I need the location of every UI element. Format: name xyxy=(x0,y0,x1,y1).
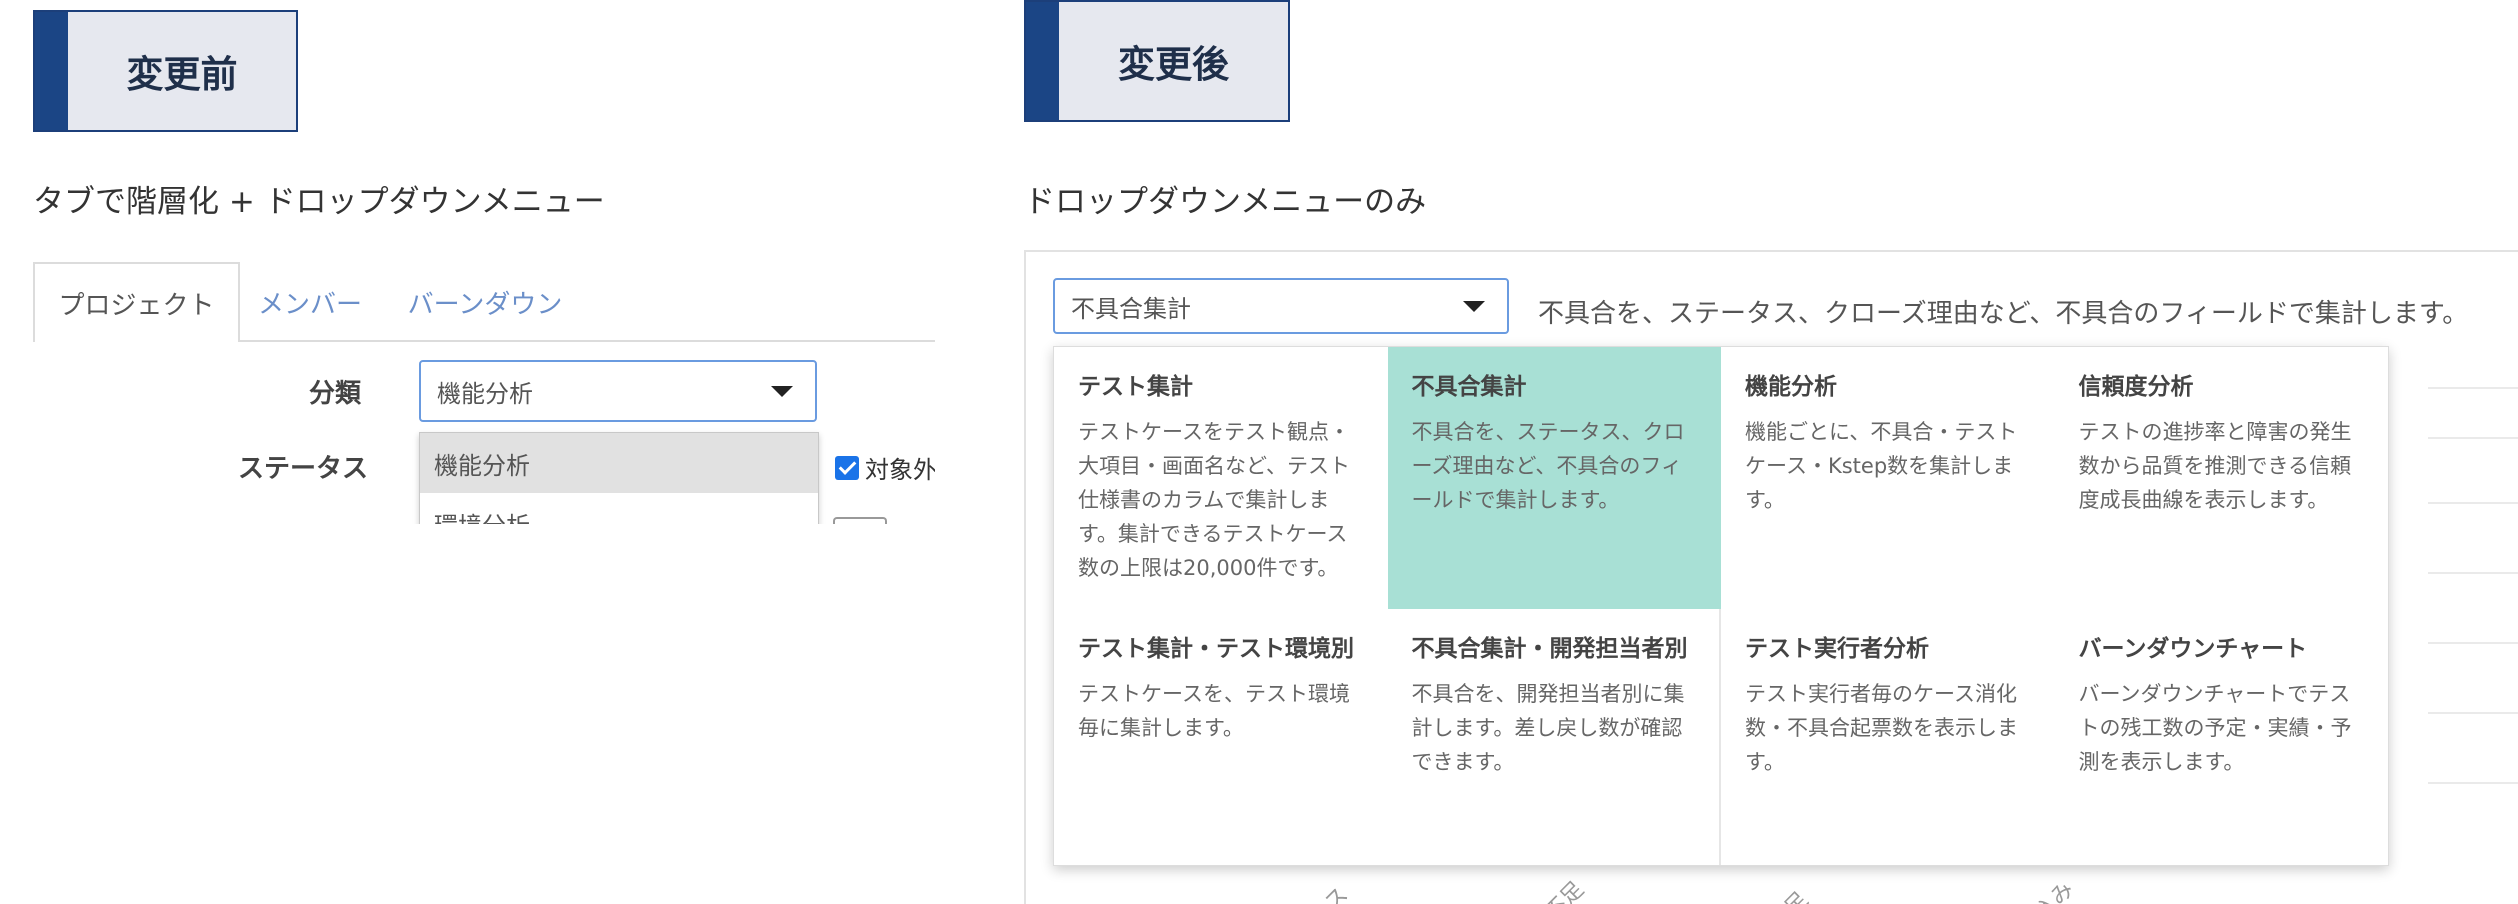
after-heading: 変更後 xyxy=(1118,43,1229,86)
status-label: ステータス xyxy=(238,454,369,484)
menu-option-title: 不具合集計・開発担当者別 xyxy=(1411,636,1688,662)
tab-burndown[interactable]: バーンダウン xyxy=(380,262,590,342)
menu-option-test-summary[interactable]: テスト集計 テストケースをテスト観点・大項目・画面名など、テスト仕様書のカラムで… xyxy=(1054,347,1388,609)
category-select[interactable]: 機能分析 xyxy=(419,360,817,422)
caret-down-icon xyxy=(771,386,793,397)
menu-option-defect-by-developer[interactable]: 不具合集計・開発担当者別 不具合を、開発担当者別に集計します。差し戻し数が確認で… xyxy=(1388,609,1721,865)
tab-member[interactable]: メンバー xyxy=(240,262,380,342)
menu-option-title: テスト実行者分析 xyxy=(1745,636,1929,662)
menu-option-description: テストケースをテスト観点・大項目・画面名など、テスト仕様書のカラムで集計します。… xyxy=(1078,420,1350,580)
report-type-menu: テスト集計 テストケースをテスト観点・大項目・画面名など、テスト仕様書のカラムで… xyxy=(1053,346,2389,866)
menu-option-title: バーンダウンチャート xyxy=(2078,636,2308,662)
menu-option-title: テスト集計 xyxy=(1078,374,1193,400)
after-heading-badge: 変更後 xyxy=(1024,0,1290,122)
menu-option-defect-summary[interactable]: 不具合集計 不具合を、ステータス、クローズ理由など、不具合のフィールドで集計しま… xyxy=(1387,347,1721,609)
before-heading: 変更前 xyxy=(126,53,238,96)
menu-option-description: 不具合を、ステータス、クローズ理由など、不具合のフィールドで集計します。 xyxy=(1411,420,1685,512)
menu-option-description: 機能ごとに、不具合・テストケース・Kstep数を集計します。 xyxy=(1745,420,2018,512)
partial-input-field[interactable] xyxy=(833,517,887,524)
axis-tick-label: 足 xyxy=(1776,883,1814,904)
menu-option-reliability-analysis[interactable]: 信頼度分析 テストの進捗率と障害の発生数から品質を推測できる信頼度成長曲線を表示… xyxy=(2055,347,2389,609)
report-type-select-value: 不具合集計 xyxy=(1071,294,1191,323)
category-label: 分類 xyxy=(309,379,362,409)
category-dropdown-menu: 機能分析 環境分析 xyxy=(419,432,819,524)
axis-tick-label: ス xyxy=(1320,882,1354,904)
menu-option-description: テスト実行者毎のケース消化数・不具合起票数を表示します。 xyxy=(1745,682,2018,774)
menu-option-title: テスト集計・テスト環境別 xyxy=(1078,636,1354,662)
exclude-checkbox-row[interactable]: 対象外 xyxy=(835,450,935,485)
after-screen: ス 不足 足 込み 不具合集計 不具合を、ステータス、クローズ理由など、不具合の… xyxy=(1024,250,2518,904)
after-subtitle: ドロップダウンメニューのみ xyxy=(1024,184,1427,220)
menu-option-title: 信頼度分析 xyxy=(2078,374,2194,400)
dropdown-option[interactable]: 環境分析 xyxy=(420,493,818,525)
menu-option-description: バーンダウンチャートでテストの残工数の予定・実績・予測を表示します。 xyxy=(2078,682,2352,774)
report-type-description: 不具合を、ステータス、クローズ理由など、不具合のフィールドで集計します。 xyxy=(1538,299,2469,329)
report-type-select[interactable]: 不具合集計 xyxy=(1053,278,1509,334)
axis-tick-label: 不足 xyxy=(1540,877,1590,904)
menu-option-description: テストケースを、テスト環境毎に集計します。 xyxy=(1078,682,1350,740)
before-subtitle: タブで階層化 + ドロップダウンメニュー xyxy=(33,184,605,220)
menu-option-description: テストの進捗率と障害の発生数から品質を推測できる信頼度成長曲線を表示します。 xyxy=(2078,420,2352,512)
menu-option-title: 不具合集計 xyxy=(1411,374,1527,400)
menu-option-title: 機能分析 xyxy=(1745,374,1837,400)
checkbox-checked-icon[interactable] xyxy=(835,455,859,480)
badge-accent-bar xyxy=(35,12,68,130)
menu-option-description: 不具合を、開発担当者別に集計します。差し戻し数が確認できます。 xyxy=(1411,682,1685,774)
exclude-checkbox-label: 対象外 xyxy=(865,456,935,484)
menu-option-tester-analysis[interactable]: テスト実行者分析 テスト実行者毎のケース消化数・不具合起票数を表示します。 xyxy=(1721,609,2055,865)
menu-option-burndown-chart[interactable]: バーンダウンチャート バーンダウンチャートでテストの残工数の予定・実績・予測を表… xyxy=(2055,609,2389,865)
menu-option-test-by-environment[interactable]: テスト集計・テスト環境別 テストケースを、テスト環境毎に集計します。 xyxy=(1054,609,1388,865)
before-heading-badge: 変更前 xyxy=(33,10,298,132)
caret-down-icon xyxy=(1463,301,1485,312)
before-screen: プロジェクト メンバー バーンダウン 分類 ステータス 機能分析 機能分析 環境… xyxy=(33,262,935,524)
axis-tick-label: 込み xyxy=(2030,877,2080,904)
dropdown-option[interactable]: 機能分析 xyxy=(420,433,818,493)
menu-option-function-analysis[interactable]: 機能分析 機能ごとに、不具合・テストケース・Kstep数を集計します。 xyxy=(1721,347,2055,609)
tab-project[interactable]: プロジェクト xyxy=(33,262,240,342)
badge-accent-bar xyxy=(1026,2,1059,120)
category-select-value: 機能分析 xyxy=(437,379,533,408)
